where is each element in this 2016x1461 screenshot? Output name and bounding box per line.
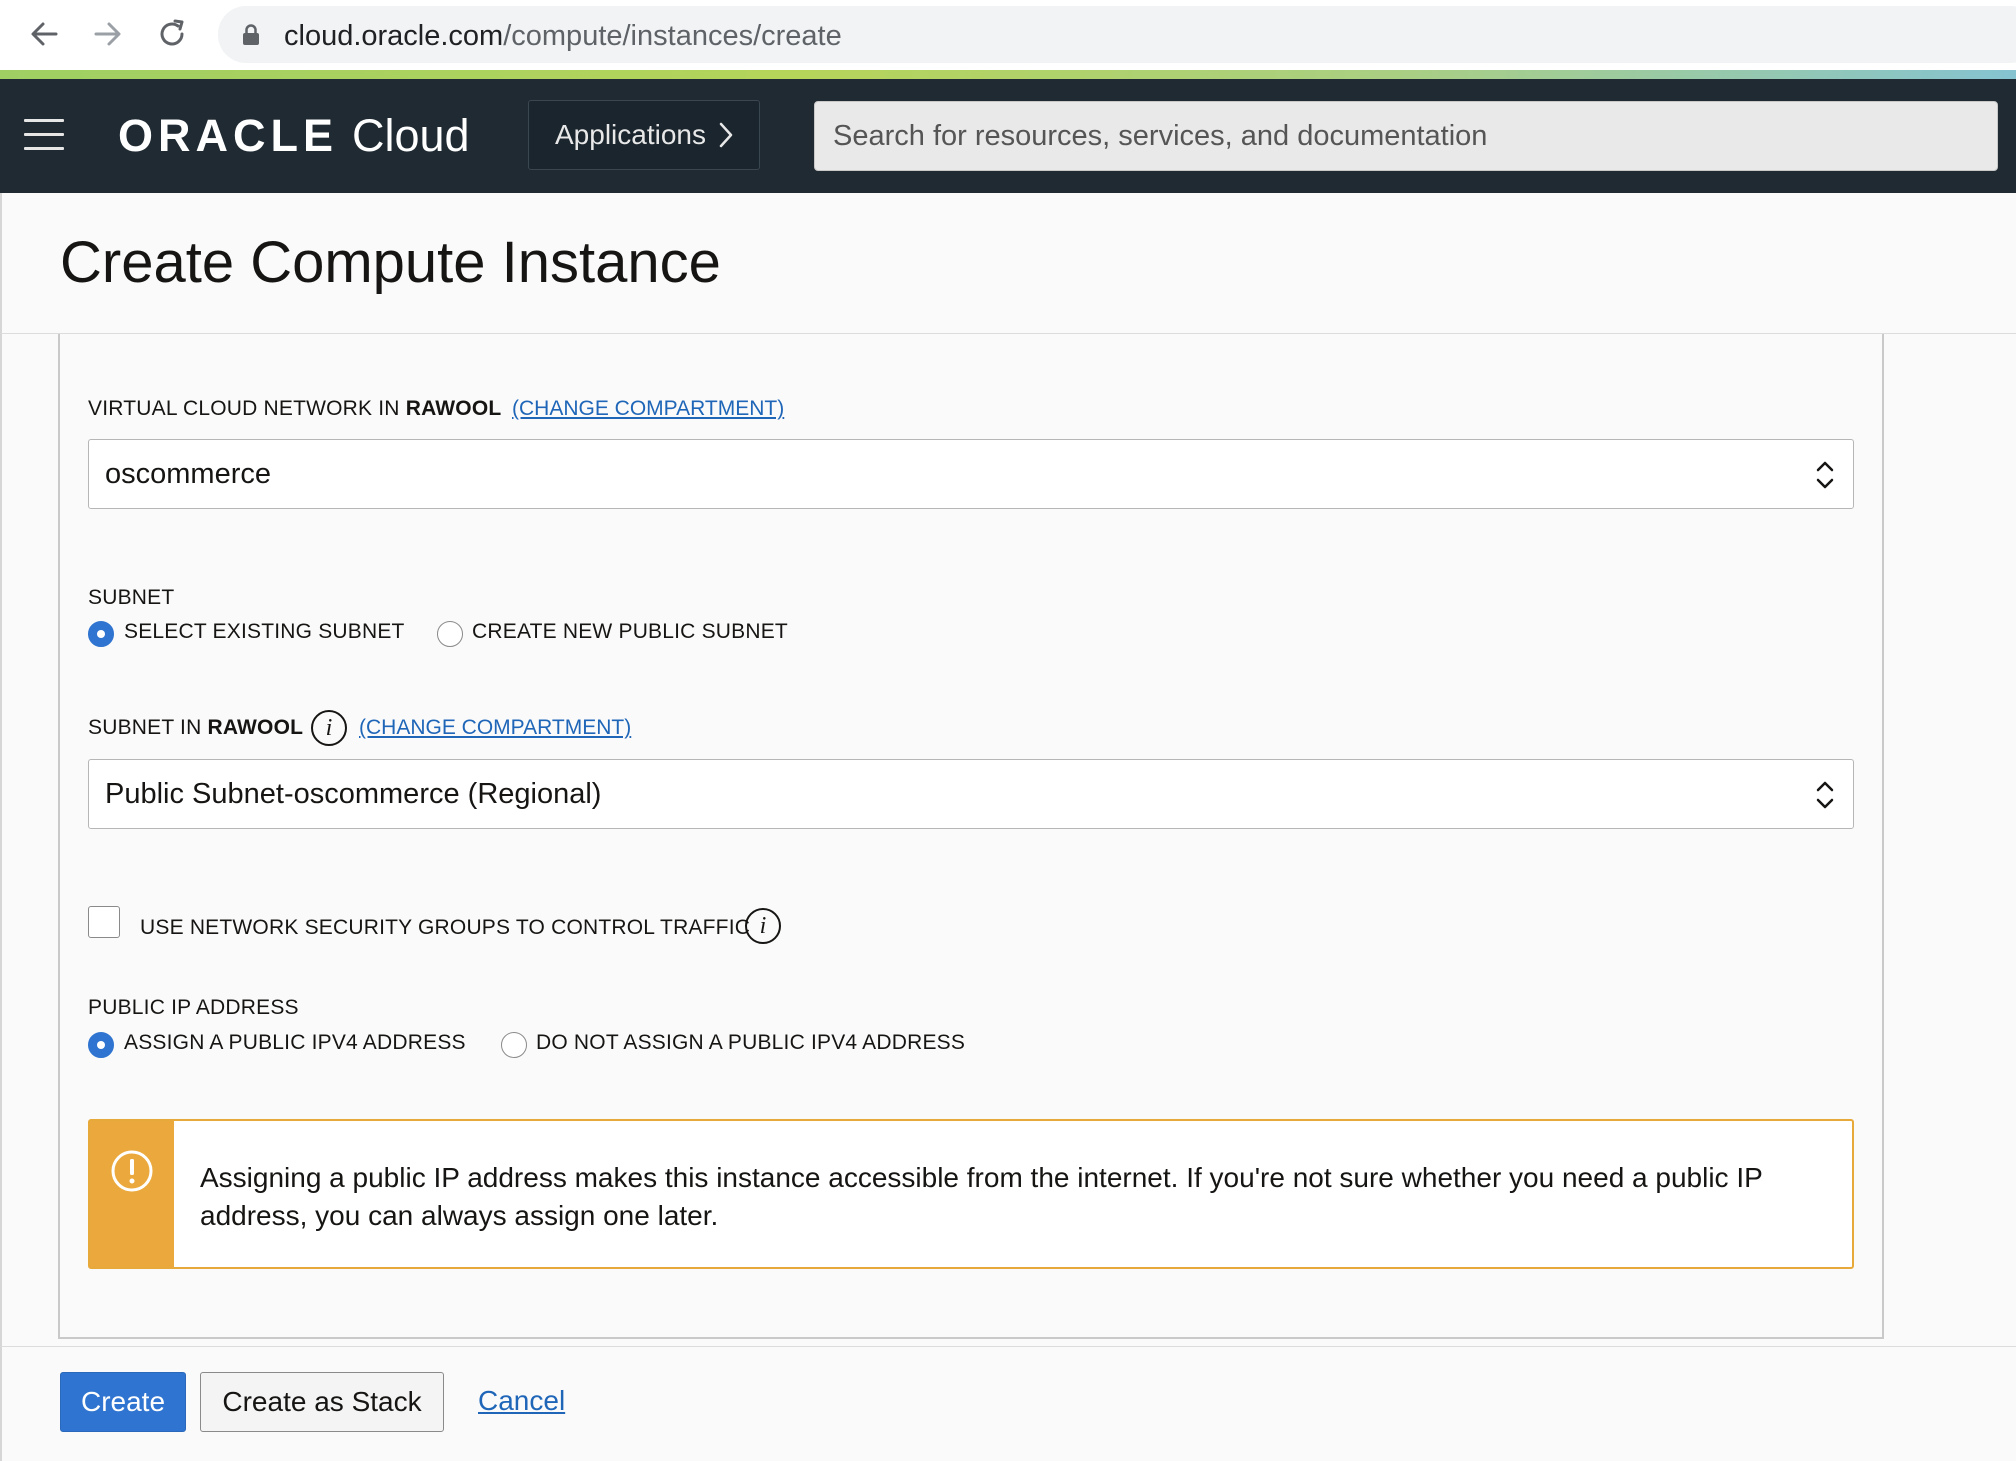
vcn-label-compartment: RAWOOL xyxy=(405,397,502,420)
back-button[interactable] xyxy=(24,14,64,54)
create-as-stack-button[interactable]: Create as Stack xyxy=(200,1372,444,1432)
warning-accent-bar xyxy=(90,1121,174,1267)
radio-label-assign-public-ipv4: ASSIGN A PUBLIC IPV4 ADDRESS xyxy=(124,1031,466,1054)
subnet-change-compartment-link[interactable]: (CHANGE COMPARTMENT) xyxy=(359,716,631,740)
url-text: cloud.oracle.com/compute/instances/creat… xyxy=(284,20,842,53)
vcn-select[interactable]: oscommerce xyxy=(88,439,1854,509)
form-footer: Create Create as Stack Cancel xyxy=(0,1346,2016,1461)
subnet-in-label: SUBNET IN RAWOOL xyxy=(88,716,303,740)
brand-oracle: ORACLE xyxy=(118,110,338,161)
top-accent-line xyxy=(0,70,2016,79)
radio-create-new-public-subnet[interactable] xyxy=(437,621,463,647)
search-input[interactable] xyxy=(814,101,1998,171)
radio-assign-public-ipv4[interactable] xyxy=(88,1032,114,1058)
oracle-cloud-logo[interactable]: ORACLE Cloud xyxy=(118,109,470,163)
public-ip-warning: Assigning a public IP address makes this… xyxy=(88,1119,1854,1269)
vcn-change-compartment-link[interactable]: (CHANGE COMPARTMENT) xyxy=(512,397,784,421)
browser-toolbar: cloud.oracle.com/compute/instances/creat… xyxy=(0,0,2016,70)
subnet-select[interactable]: Public Subnet-oscommerce (Regional) xyxy=(88,759,1854,829)
radio-label-select-existing-subnet: SELECT EXISTING SUBNET xyxy=(124,620,405,643)
applications-label: Applications xyxy=(555,119,706,150)
radio-do-not-assign-public-ipv4[interactable] xyxy=(501,1032,527,1058)
url-host: cloud.oracle.com xyxy=(284,20,504,52)
radio-label-do-not-assign-public-ipv4: DO NOT ASSIGN A PUBLIC IPV4 ADDRESS xyxy=(536,1031,966,1054)
arrow-left-icon xyxy=(31,22,58,46)
warning-text: Assigning a public IP address makes this… xyxy=(200,1162,1763,1231)
subnet-in-label-prefix: SUBNET IN xyxy=(88,716,208,739)
page-title: Create Compute Instance xyxy=(60,230,721,295)
lock-icon xyxy=(243,24,259,45)
console-header: ORACLE Cloud Applications xyxy=(0,79,2016,193)
menu-icon[interactable] xyxy=(24,119,64,151)
subnet-label: SUBNET xyxy=(88,586,175,609)
vcn-label-prefix: VIRTUAL CLOUD NETWORK IN xyxy=(88,397,406,420)
reload-icon xyxy=(160,19,184,46)
brand-cloud: Cloud xyxy=(352,110,470,161)
select-chevron-icon xyxy=(1816,461,1834,489)
vcn-label: VIRTUAL CLOUD NETWORK IN RAWOOL xyxy=(88,397,501,421)
info-icon[interactable]: i xyxy=(311,710,347,746)
nsg-checkbox-label: USE NETWORK SECURITY GROUPS TO CONTROL T… xyxy=(140,916,751,939)
page-header: Create Compute Instance xyxy=(0,193,2016,334)
public-ip-label: PUBLIC IP ADDRESS xyxy=(88,996,299,1019)
address-bar[interactable]: cloud.oracle.com/compute/instances/creat… xyxy=(218,6,2016,63)
create-button[interactable]: Create xyxy=(60,1372,186,1432)
warning-icon xyxy=(111,1150,153,1192)
vcn-select-value: oscommerce xyxy=(105,458,271,490)
arrow-right-icon xyxy=(94,22,121,46)
nsg-info-icon[interactable]: i xyxy=(745,908,781,944)
reload-button[interactable] xyxy=(152,14,192,54)
subnet-select-value: Public Subnet-oscommerce (Regional) xyxy=(105,778,602,810)
radio-label-create-new-public-subnet: CREATE NEW PUBLIC SUBNET xyxy=(472,620,788,643)
applications-button[interactable]: Applications xyxy=(528,100,760,170)
radio-select-existing-subnet[interactable] xyxy=(88,621,114,647)
url-path: /compute/instances/create xyxy=(503,20,842,52)
chevron-right-icon xyxy=(719,122,733,148)
subnet-in-label-compartment: RAWOOL xyxy=(207,716,304,739)
cancel-link[interactable]: Cancel xyxy=(478,1385,565,1417)
forward-button[interactable] xyxy=(88,14,128,54)
nsg-checkbox[interactable] xyxy=(88,906,120,938)
select-chevron-icon xyxy=(1816,781,1834,809)
